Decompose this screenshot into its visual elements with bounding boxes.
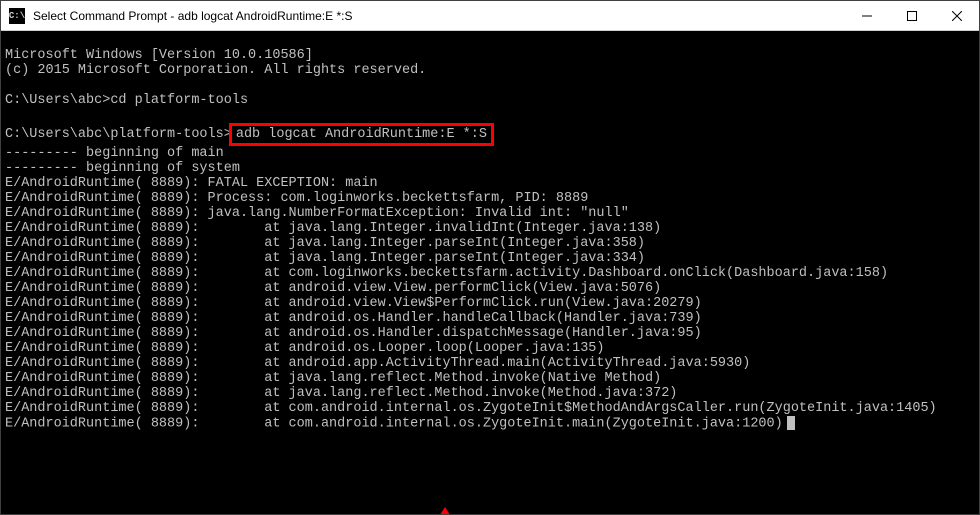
window-title: Select Command Prompt - adb logcat Andro… <box>33 9 844 23</box>
terminal-prompt: C:\Users\abc\platform-tools> <box>5 127 232 142</box>
terminal-line: E/AndroidRuntime( 8889): at android.os.H… <box>5 311 702 326</box>
close-button[interactable] <box>934 1 979 30</box>
terminal-line: E/AndroidRuntime( 8889): at java.lang.In… <box>5 221 661 236</box>
terminal-line: E/AndroidRuntime( 8889): at android.os.H… <box>5 326 702 341</box>
terminal-line: E/AndroidRuntime( 8889): at com.loginwor… <box>5 266 888 281</box>
cmd-icon: C:\ <box>9 8 25 24</box>
terminal-line: E/AndroidRuntime( 8889): java.lang.Numbe… <box>5 206 629 221</box>
terminal-line: E/AndroidRuntime( 8889): at java.lang.In… <box>5 251 645 266</box>
terminal-line: E/AndroidRuntime( 8889): at java.lang.re… <box>5 371 661 386</box>
terminal-cursor <box>787 416 795 430</box>
terminal-line: E/AndroidRuntime( 8889): Process: com.lo… <box>5 191 588 206</box>
minimize-button[interactable] <box>844 1 889 30</box>
terminal-line: E/AndroidRuntime( 8889): at android.os.L… <box>5 341 605 356</box>
maximize-icon <box>907 11 917 21</box>
terminal-line: --------- beginning of main <box>5 146 224 161</box>
titlebar[interactable]: C:\ Select Command Prompt - adb logcat A… <box>1 1 979 31</box>
maximize-button[interactable] <box>889 1 934 30</box>
highlighted-command: adb logcat AndroidRuntime:E *:S <box>229 123 494 146</box>
close-icon <box>952 11 962 21</box>
terminal-line: (c) 2015 Microsoft Corporation. All righ… <box>5 63 426 78</box>
terminal-line: E/AndroidRuntime( 8889): FATAL EXCEPTION… <box>5 176 378 191</box>
terminal-line: E/AndroidRuntime( 8889): at android.view… <box>5 281 661 296</box>
terminal-line: C:\Users\abc>cd platform-tools <box>5 93 248 108</box>
minimize-icon <box>862 11 872 21</box>
window-controls <box>844 1 979 30</box>
terminal-line: Microsoft Windows [Version 10.0.10586] <box>5 48 313 63</box>
annotation-arrow: Crash Logs <box>419 477 471 514</box>
terminal-line: E/AndroidRuntime( 8889): at java.lang.In… <box>5 236 645 251</box>
arrow-up-icon <box>431 507 459 514</box>
terminal-line: E/AndroidRuntime( 8889): at com.android.… <box>5 401 937 416</box>
terminal-line: E/AndroidRuntime( 8889): at android.app.… <box>5 356 750 371</box>
terminal-output[interactable]: Microsoft Windows [Version 10.0.10586] (… <box>1 31 979 514</box>
terminal-line: E/AndroidRuntime( 8889): at com.android.… <box>5 417 783 432</box>
terminal-line: --------- beginning of system <box>5 161 240 176</box>
terminal-line: E/AndroidRuntime( 8889): at android.view… <box>5 296 702 311</box>
terminal-line: E/AndroidRuntime( 8889): at java.lang.re… <box>5 386 677 401</box>
